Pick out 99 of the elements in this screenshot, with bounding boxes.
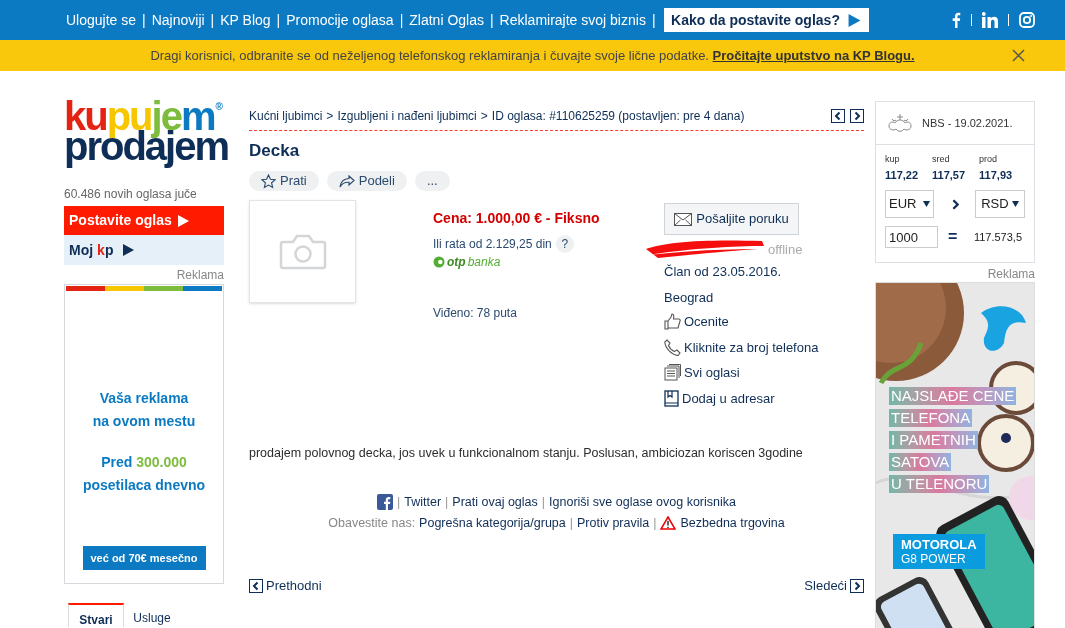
caret-icon (1012, 201, 1019, 207)
nav-link[interactable]: Zlatni Oglas (409, 9, 484, 31)
link-separator: | (541, 493, 546, 511)
chevron-right-icon (951, 198, 960, 210)
from-currency-select[interactable]: EUR (885, 190, 934, 218)
seller-link[interactable]: Ocenite (664, 312, 819, 332)
address-book-icon (664, 389, 679, 407)
price-text: Cena: 1.000,00 € - Fiksno (433, 209, 601, 228)
nav-separator: | (210, 10, 215, 30)
ad-title: Decka (249, 140, 301, 162)
seller-link[interactable]: Svi oglasi (664, 363, 819, 383)
ad-headline: SATOVA (889, 453, 952, 471)
ad-label: Reklama (176, 268, 224, 282)
views-count: Viđeno: 78 puta (433, 305, 518, 322)
envelope-icon (674, 212, 693, 226)
ad-headline: I PAMETNIH (889, 431, 978, 449)
notice-text: Dragi korisnici, odbranite se od neželjenog telefonskog reklamiranja i čuvajte svoje lične podatke. Pročitajte uputstvo na KP Blogu. (150, 46, 915, 65)
rate-value: 117,57 (932, 167, 966, 183)
seller-link[interactable]: Kliknite za broj telefona (664, 337, 819, 357)
report-label: Obavestite nas: (328, 514, 416, 532)
my-kp-button[interactable]: Moj kp (64, 235, 224, 265)
rate-label: prod (979, 153, 999, 166)
nav-link[interactable]: Ulogujte se (66, 9, 137, 31)
rate-value: 117,93 (979, 167, 1013, 183)
seller-link[interactable]: Dodaj u adresar (664, 388, 819, 408)
share-icon (338, 174, 355, 188)
share-link[interactable]: Prati ovaj oglas (452, 492, 538, 512)
nav-link[interactable]: Najnoviji (151, 9, 205, 31)
action-button[interactable]: ... (414, 171, 450, 191)
ad-label: Reklama (987, 267, 1035, 281)
facebook-icon[interactable] (951, 12, 961, 28)
ad-text: Pred 300.000 (101, 453, 187, 472)
rate-label: sred (932, 153, 951, 166)
linkedin-icon[interactable] (982, 12, 998, 28)
category-tab[interactable]: Usluge (124, 603, 180, 627)
facebook-icon[interactable] (377, 494, 394, 511)
exchange-date: NBS - 19.02.2021. (922, 115, 1013, 131)
link-separator: | (569, 514, 573, 532)
cta-button[interactable]: Kako da postavite oglas? (663, 8, 869, 32)
nav-separator: | (489, 10, 494, 30)
link-separator: | (653, 514, 657, 532)
bank-logo: otp banka (433, 253, 653, 271)
nav-separator: | (399, 10, 404, 30)
warning-icon (660, 515, 677, 530)
action-button[interactable]: Prati (249, 171, 319, 191)
play-icon (847, 13, 861, 27)
safe-trading-link[interactable]: Bezbedna trgovina (660, 513, 785, 533)
equals-sign: = (948, 227, 958, 247)
new-ads-count: 60.486 novih oglasa juče (64, 186, 198, 203)
installment-text: Ili rata od 2.129,25 din (433, 236, 552, 253)
nav-separator: | (142, 10, 146, 30)
instagram-icon[interactable] (1019, 12, 1035, 28)
chevron-right-icon (850, 579, 864, 593)
share-link[interactable]: Twitter (404, 492, 442, 512)
nav-separator: | (651, 10, 656, 30)
post-ad-button[interactable]: Postavite oglas (64, 206, 224, 235)
play-icon (177, 214, 189, 227)
send-message-button[interactable]: Pošaljite poruku (664, 203, 799, 235)
nav-separator: | (276, 10, 281, 30)
notice-link[interactable]: Pročitajte uputstvo na KP Blogu. (712, 47, 915, 63)
close-icon[interactable] (1012, 49, 1025, 62)
next-link[interactable]: Sledeći (804, 576, 864, 596)
rate-label: kup (885, 153, 901, 166)
camera-icon (278, 232, 327, 271)
link-separator: | (397, 493, 401, 511)
share-link[interactable]: Ignoriši sve oglase ovog korisnika (549, 492, 736, 512)
action-button[interactable]: Podeli (326, 171, 407, 191)
ad-text: posetilaca dnevno (82, 476, 206, 495)
city-text: Beograd (664, 288, 715, 307)
promo-label: MOTOROLA G8 POWER (893, 534, 985, 569)
conversion-result: 117.573,5 (973, 229, 1022, 245)
nav-link[interactable]: KP Blog (220, 9, 271, 31)
report-link[interactable]: Protiv pravila (577, 513, 650, 533)
link-separator: | (445, 493, 449, 511)
documents-icon (664, 364, 681, 382)
chevron-left-icon (249, 579, 263, 593)
ad-text: na ovom mestu (92, 412, 196, 431)
thumbs-up-icon (664, 313, 681, 331)
member-since: Član od 23.05.2016. (664, 263, 783, 281)
breadcrumb: Kućni ljubimci > Izgubljeni i nađeni ljubimci > ID oglasa: #110625259 (postavljen: pre 4 dana) (249, 107, 745, 125)
crest-icon (886, 112, 914, 134)
previous-link[interactable]: Prethodni (249, 576, 322, 596)
category-tab[interactable]: Stvari (68, 603, 124, 627)
nav-link[interactable]: Promocije oglasa (286, 9, 394, 31)
report-link[interactable]: Pogrešna kategorija/grupa (419, 513, 566, 533)
amount-field[interactable]: 1000 (885, 226, 938, 248)
ad-text: Vaša reklama (99, 389, 189, 408)
phone-icon (664, 338, 681, 356)
description-text: prodajem polovnog decka, jos uvek u funkcionalnom stanju. Poslusan, ambiciozan koriscen 3godine (249, 445, 804, 462)
rate-value: 117,22 (885, 167, 919, 183)
ad-headline: U TELENORU (889, 475, 990, 493)
play-icon (123, 244, 135, 256)
status-text: offline (768, 241, 803, 260)
ad-price-button[interactable]: već od 70€ mesečno (82, 546, 206, 570)
caret-icon (922, 201, 930, 207)
to-currency-select[interactable]: RSD (975, 190, 1025, 218)
star-icon (261, 173, 276, 189)
nav-link[interactable]: Reklamirajte svoj biznis (499, 9, 646, 31)
help-badge[interactable]: ? (555, 235, 574, 253)
